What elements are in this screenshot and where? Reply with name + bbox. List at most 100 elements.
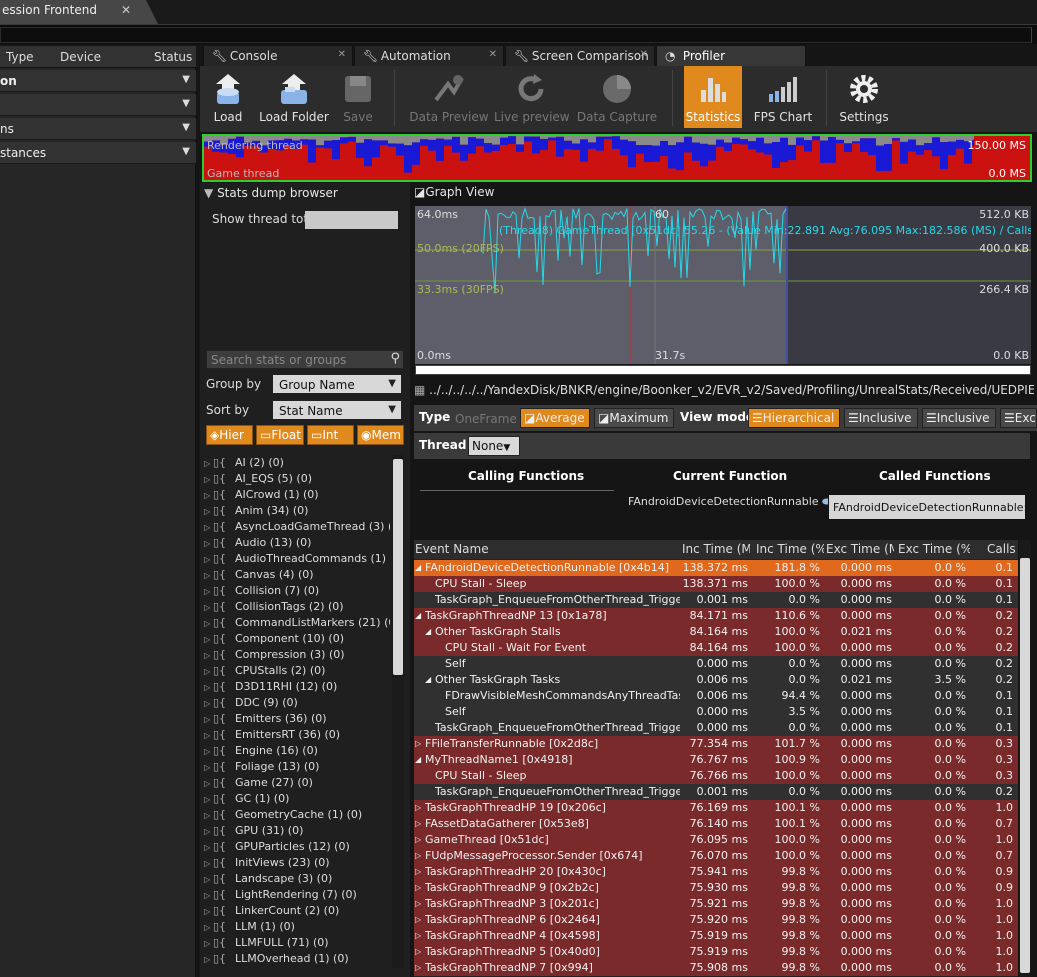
stat-group-item[interactable]: ▷ ▯{GC (1) (0) bbox=[204, 792, 289, 808]
data-preview-button[interactable]: Data Preview bbox=[406, 66, 492, 128]
expand-icon[interactable]: ▷ bbox=[204, 955, 213, 964]
expand-icon[interactable]: ▷ bbox=[204, 459, 213, 468]
thread-overview-graph[interactable]: Rendering thread Game thread 150.00 MS 0… bbox=[202, 134, 1032, 182]
expand-icon[interactable]: ▷ bbox=[415, 819, 425, 828]
column-exc-time-pct[interactable]: Exc Time (%) bbox=[898, 542, 970, 556]
expand-icon[interactable]: ▷ bbox=[204, 731, 213, 740]
tab-console[interactable]: 🔧︎ Console ✕ bbox=[203, 45, 353, 67]
load-button[interactable]: Load bbox=[204, 66, 252, 128]
expand-icon[interactable]: ▷ bbox=[204, 939, 213, 948]
chevron-down-icon[interactable]: ▼ bbox=[182, 146, 190, 157]
filter-float-button[interactable]: ▭Float bbox=[256, 425, 304, 445]
inclusive-button-2[interactable]: ☰Inclusive bbox=[922, 408, 996, 428]
tab-automation[interactable]: 🔧︎ Automation ✕ bbox=[354, 45, 504, 67]
table-row[interactable]: ◢ MyThreadName1 [0x4918] 76.767 ms 100.9 % 0… bbox=[414, 752, 1018, 768]
session-frontend-tab[interactable]: ession Frontend ✕ bbox=[0, 0, 158, 24]
table-row[interactable]: ▷ FAssetDataGatherer [0x53e8] 76.140 ms 100… bbox=[414, 816, 1018, 832]
inclusive-button[interactable]: ☰Inclusive bbox=[844, 408, 918, 428]
expand-icon[interactable]: ▷ bbox=[415, 739, 425, 748]
table-row[interactable]: ▷ TaskGraphThreadNP 3 [0x201c] 75.921 ms 99… bbox=[414, 896, 1018, 912]
table-row[interactable]: ▷ TaskGraphThreadNP 7 [0x994] 75.908 ms 99.… bbox=[414, 960, 1018, 976]
column-device[interactable]: Device bbox=[60, 50, 101, 64]
table-row[interactable]: ▷ TaskGraphThreadHP 20 [0x430c] 75.941 ms 9… bbox=[414, 864, 1018, 880]
expand-icon[interactable]: ▷ bbox=[204, 619, 213, 628]
stat-group-item[interactable]: ▷ ▯{DDC (9) (0) bbox=[204, 696, 298, 712]
expand-icon[interactable]: ◢ bbox=[415, 611, 425, 620]
expand-icon[interactable]: ◢ bbox=[425, 675, 435, 684]
graph-view-scrollbar[interactable] bbox=[415, 365, 1031, 375]
sort-by-select[interactable]: Stat Name ▼ bbox=[272, 400, 402, 420]
stat-group-item[interactable]: ▷ ▯{D3D11RHI (12) (0) bbox=[204, 680, 337, 696]
expand-icon[interactable]: ▷ bbox=[415, 931, 425, 940]
hierarchical-button[interactable]: ☰Hierarchical bbox=[748, 408, 840, 428]
table-row[interactable]: FDrawVisibleMeshCommandsAnyThreadTask 0.0… bbox=[414, 688, 1018, 704]
expand-icon[interactable]: ◢ bbox=[425, 627, 435, 636]
stat-group-item[interactable]: ▷ ▯{LLM (1) (0) bbox=[204, 920, 295, 936]
expand-icon[interactable]: ▷ bbox=[415, 947, 425, 956]
stat-group-item[interactable]: ▷ ▯{Game (27) (0) bbox=[204, 776, 313, 792]
save-button[interactable]: Save bbox=[336, 66, 380, 128]
close-icon[interactable]: ✕ bbox=[121, 3, 131, 17]
expand-icon[interactable]: ▷ bbox=[204, 891, 213, 900]
expand-icon[interactable]: ▷ bbox=[204, 843, 213, 852]
expand-icon[interactable]: ▷ bbox=[204, 523, 213, 532]
close-icon[interactable]: ✕ bbox=[338, 49, 346, 60]
stat-group-item[interactable]: ▷ ▯{AudioThreadCommands (1) (0) bbox=[204, 552, 390, 568]
event-table-scrollbar[interactable] bbox=[1020, 558, 1030, 973]
group-list-scrollbar[interactable] bbox=[393, 459, 403, 675]
oneframe-button[interactable]: OneFrame bbox=[452, 410, 516, 430]
table-row[interactable]: TaskGraph_EnqueueFromOtherThread_Trigger… bbox=[414, 720, 1018, 736]
stat-group-item[interactable]: ▷ ▯{GPUParticles (12) (0) bbox=[204, 840, 350, 856]
column-event-name[interactable]: Event Name bbox=[415, 542, 675, 556]
chevron-down-icon[interactable]: ▼ bbox=[182, 122, 190, 133]
column-exc-time-ms[interactable]: Exc Time (MS) bbox=[826, 542, 894, 556]
stat-group-item[interactable]: ▷ ▯{Anim (34) (0) bbox=[204, 504, 308, 520]
expand-icon[interactable]: ▷ bbox=[204, 571, 213, 580]
stat-group-item[interactable]: ▷ ▯{AI_EQS (5) (0) bbox=[204, 472, 312, 488]
expand-icon[interactable]: ▷ bbox=[204, 923, 213, 932]
table-row[interactable]: ▷ TaskGraphThreadNP 4 [0x4598] 75.919 ms 99… bbox=[414, 928, 1018, 944]
expand-icon[interactable]: ▷ bbox=[204, 875, 213, 884]
stat-group-item[interactable]: ▷ ▯{LinkerCount (2) (0) bbox=[204, 904, 339, 920]
expand-icon[interactable]: ▷ bbox=[415, 915, 425, 924]
stat-group-item[interactable]: ▷ ▯{AsyncLoadGameThread (3) (0) bbox=[204, 520, 390, 536]
exclusive-button[interactable]: ☰Exc bbox=[1000, 408, 1037, 428]
search-stats-input[interactable]: Search stats or groups ⚲ bbox=[206, 350, 404, 369]
called-function-item[interactable]: FAndroidDeviceDetectionRunnable:CPU bbox=[828, 494, 1026, 520]
table-row[interactable]: ▷ TaskGraphThreadNP 9 [0x2b2c] 75.930 ms 99… bbox=[414, 880, 1018, 896]
show-thread-totals-field[interactable] bbox=[305, 211, 398, 229]
table-row[interactable]: ▷ GameThread [0x51dc] 76.095 ms 100.0 % 0.00… bbox=[414, 832, 1018, 848]
stat-group-item[interactable]: ▷ ▯{GeometryCache (1) (0) bbox=[204, 808, 362, 824]
expand-icon[interactable]: ▷ bbox=[415, 803, 425, 812]
expand-icon[interactable]: ▷ bbox=[204, 811, 213, 820]
expand-icon[interactable]: ▷ bbox=[415, 867, 425, 876]
expand-icon[interactable]: ▷ bbox=[204, 475, 213, 484]
group-by-select[interactable]: Group Name ▼ bbox=[272, 374, 402, 394]
expand-icon[interactable]: ▷ bbox=[204, 539, 213, 548]
expand-icon[interactable]: ▷ bbox=[204, 603, 213, 612]
stat-group-item[interactable]: ▷ ▯{Component (10) (0) bbox=[204, 632, 344, 648]
stat-group-item[interactable]: ▷ ▯{Landscape (3) (0) bbox=[204, 872, 332, 888]
chevron-down-icon[interactable]: ▼ bbox=[182, 98, 190, 109]
table-row[interactable]: TaskGraph_EnqueueFromOtherThread_Trigger… bbox=[414, 784, 1018, 800]
expand-icon[interactable]: ▷ bbox=[204, 667, 213, 676]
expand-icon[interactable]: ▷ bbox=[415, 899, 425, 908]
stat-group-item[interactable]: ▷ ▯{Emitters (36) (0) bbox=[204, 712, 327, 728]
expand-icon[interactable]: ▷ bbox=[204, 715, 213, 724]
data-capture-button[interactable]: Data Capture bbox=[576, 66, 658, 128]
expand-icon[interactable]: ▷ bbox=[204, 683, 213, 692]
close-icon[interactable]: ✕ bbox=[489, 49, 497, 60]
stat-group-item[interactable]: ▷ ▯{Compression (3) (0) bbox=[204, 648, 345, 664]
expand-icon[interactable]: ▷ bbox=[204, 651, 213, 660]
expand-icon[interactable]: ▷ bbox=[204, 907, 213, 916]
stat-group-item[interactable]: ▷ ▯{CommandListMarkers (21) (0) bbox=[204, 616, 390, 632]
expand-icon[interactable]: ▷ bbox=[204, 763, 213, 772]
stat-group-item[interactable]: ▷ ▯{LLMFULL (71) (0) bbox=[204, 936, 329, 952]
expand-icon[interactable]: ▷ bbox=[204, 555, 213, 564]
table-row[interactable]: ▷ FUdpMessageProcessor.Sender [0x674] 76.0… bbox=[414, 848, 1018, 864]
stat-group-item[interactable]: ▷ ▯{Collision (7) (0) bbox=[204, 584, 319, 600]
column-calls[interactable]: Calls bbox=[987, 542, 1017, 556]
tab-profiler[interactable]: ◔ Profiler bbox=[656, 45, 806, 67]
filter-int-button[interactable]: ▭Int bbox=[307, 425, 354, 445]
table-row[interactable]: TaskGraph_EnqueueFromOtherThread_Trigger… bbox=[414, 592, 1018, 608]
